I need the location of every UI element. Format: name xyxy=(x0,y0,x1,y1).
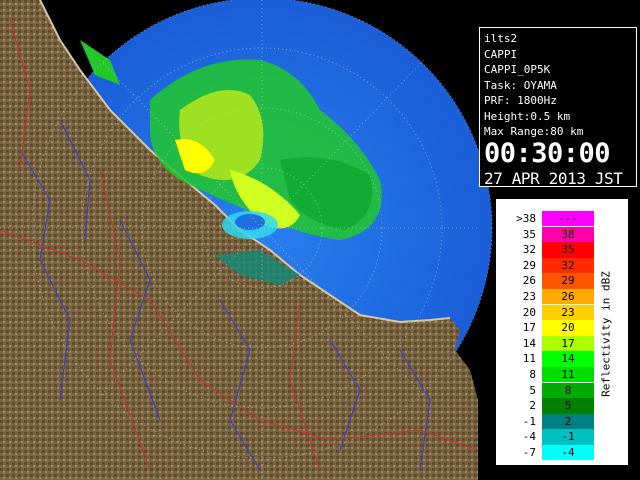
legend-lower-bound: 11 xyxy=(522,352,536,366)
legend-color-swatch: 26 xyxy=(542,289,594,305)
product-name: CAPPI_0P5K xyxy=(484,63,551,76)
observation-date: 27 APR 2013 JST xyxy=(484,168,623,188)
reflectivity-legend: >38 --- 35 38 32 35 29 32 26 29 23 26 20 23 17 20 14 17 11… xyxy=(495,198,629,466)
legend-color-swatch: 38 xyxy=(542,226,594,242)
legend-row: 14 17 xyxy=(502,335,602,352)
legend-lower-bound: 8 xyxy=(529,368,536,381)
legend-lower-bound: 23 xyxy=(522,290,536,303)
legend-color-swatch: 32 xyxy=(542,257,594,274)
legend-row: 8 11 xyxy=(502,367,602,383)
legend-row: 32 35 xyxy=(502,242,602,258)
legend-lower-bound: 32 xyxy=(522,243,536,257)
legend-color-swatch: 29 xyxy=(542,273,594,289)
legend-lower-bound: -1 xyxy=(522,414,536,428)
legend-color-swatch: 17 xyxy=(542,335,594,352)
legend-row: 20 23 xyxy=(502,304,602,320)
legend-color-swatch: -4 xyxy=(542,445,594,461)
legend-row: 11 14 xyxy=(502,351,602,367)
legend-color-swatch: 14 xyxy=(542,351,594,367)
legend-color-swatch: 23 xyxy=(542,304,594,320)
task-label: Task: OYAMA xyxy=(484,78,557,92)
legend-lower-bound: >38 xyxy=(516,212,536,225)
legend-color-swatch: 11 xyxy=(542,367,594,383)
legend-row: -1 2 xyxy=(502,413,602,430)
legend-lower-bound: 29 xyxy=(522,258,536,272)
legend-lower-bound: 35 xyxy=(522,227,536,241)
legend-lower-bound: 26 xyxy=(522,274,536,288)
legend-row: 23 26 xyxy=(502,289,602,305)
legend-unit-label: Reflectivity in dBZ xyxy=(596,269,616,399)
legend-lower-bound: 14 xyxy=(522,336,536,350)
legend-row: 58 xyxy=(502,382,602,398)
legend-color-swatch: 35 xyxy=(542,242,594,258)
legend-row: 29 32 xyxy=(502,257,602,274)
legend-row: 35 38 xyxy=(502,226,602,242)
legend-color-swatch: 20 xyxy=(542,320,594,336)
height-label: Height:0.5 km xyxy=(484,109,571,123)
legend-lower-bound: -4 xyxy=(522,430,536,444)
legend-lower-bound: -7 xyxy=(522,446,536,459)
legend-lower-bound: 17 xyxy=(522,321,536,335)
legend-row: >38 --- xyxy=(502,211,602,227)
product-type: CAPPI xyxy=(484,47,518,61)
legend-lower-bound: 20 xyxy=(522,305,536,319)
legend-lower-bound: 5 xyxy=(529,383,536,397)
legend-color-swatch: --- xyxy=(542,211,594,227)
legend-row: -4 -1 xyxy=(502,429,602,445)
legend-row: -7 -4 xyxy=(502,445,602,461)
legend-row: 17 20 xyxy=(502,320,602,336)
legend-unit-text: Reflectivity in dBZ xyxy=(599,271,613,397)
legend-lower-bound: 2 xyxy=(529,399,536,413)
site-name: ilts2 xyxy=(484,32,518,45)
legend-color-swatch: 2 xyxy=(542,413,594,430)
legend-color-swatch: 5 xyxy=(542,398,594,414)
legend-row: 25 xyxy=(502,398,602,414)
info-panel: ilts2 CAPPI CAPPI_0P5K Task: OYAMA PRF: … xyxy=(479,27,637,188)
prf-label: PRF: 1800Hz xyxy=(484,94,557,107)
observation-time: 00:30:00 xyxy=(484,137,611,169)
legend-color-swatch: 8 xyxy=(542,382,594,398)
legend-color-swatch: -1 xyxy=(542,429,594,445)
legend-row: 26 29 xyxy=(502,273,602,289)
